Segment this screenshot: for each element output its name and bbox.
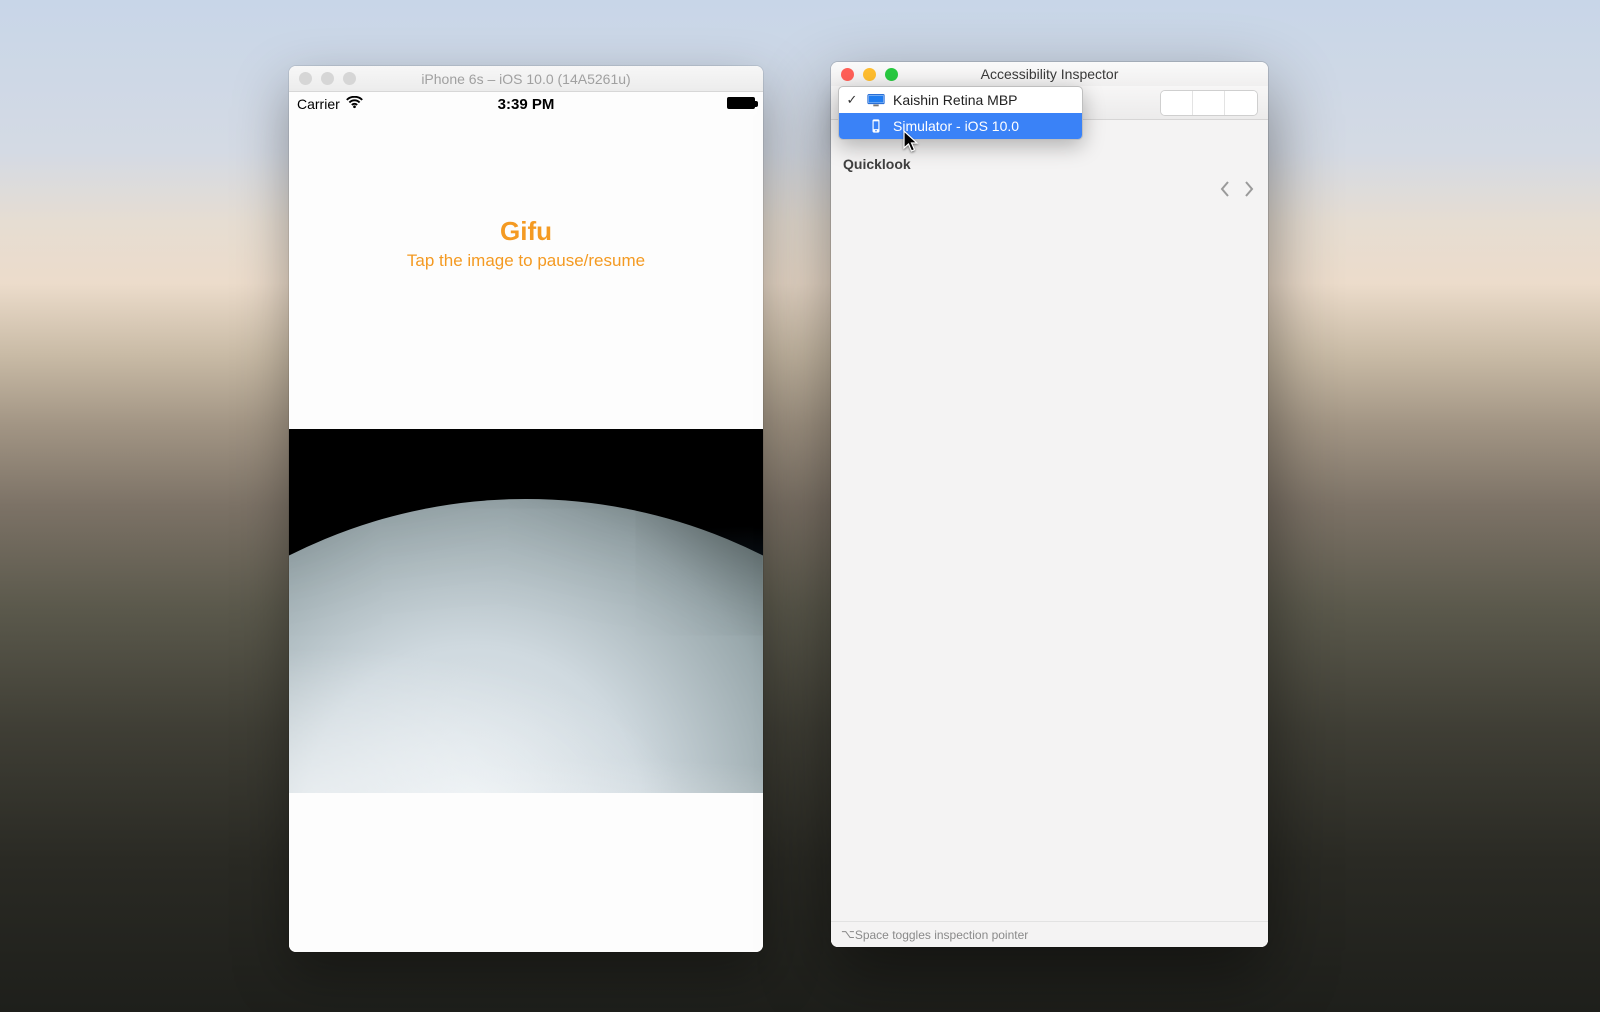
inspector-status-bar: ⌥ Space toggles inspection pointer [831,921,1268,947]
earth-clouds [289,499,763,793]
quicklook-nav [1218,180,1256,204]
tab-settings[interactable] [1225,91,1257,115]
cursor-icon [903,130,921,154]
simulator-titlebar[interactable]: iPhone 6s – iOS 10.0 (14A5261u) [289,66,763,92]
option-key-glyph: ⌥ [841,927,855,942]
simulator-window-title: iPhone 6s – iOS 10.0 (14A5261u) [289,71,763,87]
nav-prev-button[interactable] [1218,180,1232,204]
gif-image[interactable] [289,429,763,793]
quicklook-heading: Quicklook [843,156,911,172]
simulator-screen[interactable]: Carrier 3:39 PM Gifu Tap the image to pa… [289,92,763,952]
check-icon: ✓ [845,92,859,108]
target-dropdown-menu: ✓ Kaishin Retina MBP Simulator - iOS 10.… [838,86,1083,140]
app-heading: Gifu Tap the image to pause/resume [289,216,763,271]
desktop-wallpaper [0,0,1600,1012]
tab-inspection[interactable] [1161,91,1193,115]
app-subtitle: Tap the image to pause/resume [289,251,763,271]
dropdown-item-label: Kaishin Retina MBP [893,92,1018,108]
mode-segmented-control [1160,90,1258,116]
zoom-icon[interactable] [343,72,356,85]
ios-status-bar: Carrier 3:39 PM [289,92,763,116]
dropdown-item-host-mac[interactable]: ✓ Kaishin Retina MBP [839,87,1082,113]
simulator-device-icon [867,119,885,133]
inspector-body: Quicklook ⌥ Space toggles inspection poi… [831,120,1268,947]
minimize-icon[interactable] [321,72,334,85]
app-title: Gifu [289,216,763,247]
display-icon [867,93,885,107]
simulator-traffic-lights [299,72,356,85]
earth-graphic [289,499,763,793]
dropdown-item-simulator[interactable]: Simulator - iOS 10.0 [839,113,1082,139]
simulator-window: iPhone 6s – iOS 10.0 (14A5261u) Carrier … [289,66,763,952]
status-time: 3:39 PM [289,96,763,113]
inspector-window-title: Accessibility Inspector [831,66,1268,82]
close-icon[interactable] [299,72,312,85]
status-hint-text: Space toggles inspection pointer [855,928,1028,942]
inspector-toolbar: Kaishin Retina MBP ˇ ✓ Kaishin Retina MB… [831,86,1268,120]
accessibility-inspector-window: Accessibility Inspector Kaishin Retina M… [831,62,1268,947]
tab-audit[interactable] [1193,91,1225,115]
nav-next-button[interactable] [1242,180,1256,204]
inspector-titlebar[interactable]: Accessibility Inspector [831,62,1268,86]
